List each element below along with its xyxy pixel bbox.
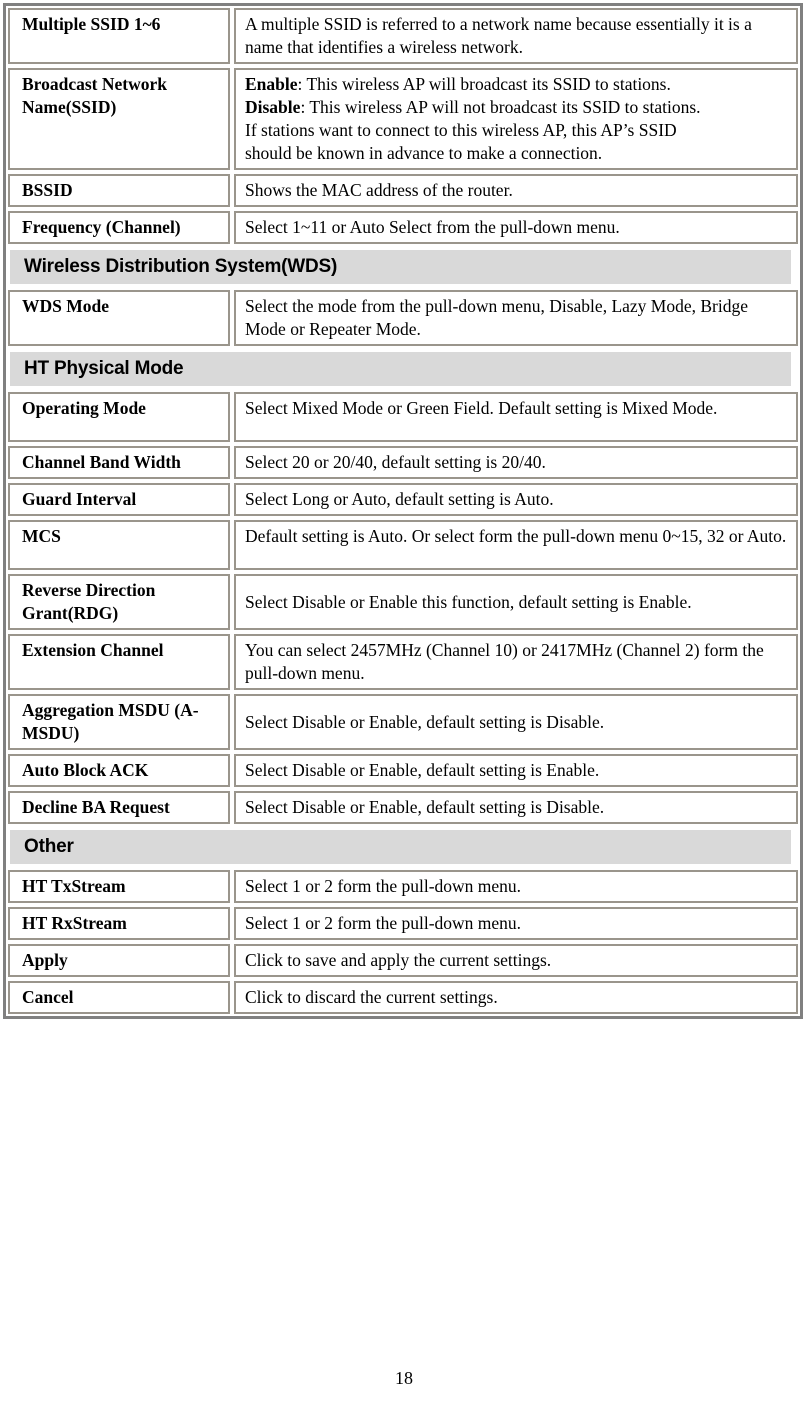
- setting-name-cell: WDS Mode: [8, 290, 230, 346]
- description-keyword: Disable: [245, 97, 301, 117]
- table-row: Extension Channel You can select 2457MHz …: [6, 632, 800, 692]
- setting-name-cell: Frequency (Channel): [8, 211, 230, 244]
- table-row: Apply Click to save and apply the current…: [6, 942, 800, 979]
- table-row: Multiple SSID 1~6 A multiple SSID is refe…: [6, 6, 800, 66]
- setting-name-cell: Apply: [8, 944, 230, 977]
- setting-description-cell: Select Long or Auto, default setting is …: [234, 483, 798, 516]
- section-header-bar: HT Physical Mode: [8, 350, 798, 388]
- setting-description-cell: Select 20 or 20/40, default setting is 2…: [234, 446, 798, 479]
- setting-description-cell: Select Disable or Enable, default settin…: [234, 754, 798, 787]
- setting-name-cell: Aggregation MSDU (A-MSDU): [8, 694, 230, 750]
- setting-name-cell: Channel Band Width: [8, 446, 230, 479]
- page-number: 18: [395, 1368, 413, 1388]
- table-row: Reverse Direction Grant(RDG) Select Disab…: [6, 572, 800, 632]
- description-keyword: Enable: [245, 74, 298, 94]
- table-row: Guard Interval Select Long or Auto, defau…: [6, 481, 800, 518]
- description-rich-text: Enable: This wireless AP will broadcast …: [245, 73, 701, 165]
- description-text: If stations want to connect to this wire…: [245, 120, 677, 140]
- setting-description-cell: Select Disable or Enable this function, …: [234, 574, 798, 630]
- setting-name-cell: Reverse Direction Grant(RDG): [8, 574, 230, 630]
- setting-description-cell: Shows the MAC address of the router.: [234, 174, 798, 207]
- setting-description-cell: Click to save and apply the current sett…: [234, 944, 798, 977]
- setting-description-cell: Click to discard the current settings.: [234, 981, 798, 1014]
- setting-description-cell: Select Mixed Mode or Green Field. Defaul…: [234, 392, 798, 442]
- table-row: Broadcast Network Name(SSID) Enable: This…: [6, 66, 800, 172]
- setting-description-cell: Select 1~11 or Auto Select from the pull…: [234, 211, 798, 244]
- table-row: WDS Mode Select the mode from the pull-do…: [6, 288, 800, 348]
- setting-name-cell: MCS: [8, 520, 230, 570]
- table-row: HT RxStream Select 1 or 2 form the pull-d…: [6, 905, 800, 942]
- table-row: Operating Mode Select Mixed Mode or Green…: [6, 390, 800, 444]
- setting-name-cell: Guard Interval: [8, 483, 230, 516]
- description-text: : This wireless AP will broadcast its SS…: [297, 74, 671, 94]
- table-row: Channel Band Width Select 20 or 20/40, de…: [6, 444, 800, 481]
- setting-name-cell: Operating Mode: [8, 392, 230, 442]
- section-header-row: Wireless Distribution System(WDS): [6, 246, 800, 288]
- description-text: should be known in advance to make a con…: [245, 143, 603, 163]
- setting-description-cell: You can select 2457MHz (Channel 10) or 2…: [234, 634, 798, 690]
- section-header-bar: Wireless Distribution System(WDS): [8, 248, 798, 286]
- setting-description-cell: Select Disable or Enable, default settin…: [234, 791, 798, 824]
- setting-name-cell: Decline BA Request: [8, 791, 230, 824]
- table-row: BSSID Shows the MAC address of the router…: [6, 172, 800, 209]
- table-row: Aggregation MSDU (A-MSDU) Select Disable …: [6, 692, 800, 752]
- section-header-bar: Other: [8, 828, 798, 866]
- table-row: HT TxStream Select 1 or 2 form the pull-d…: [6, 868, 800, 905]
- setting-description-cell: Select the mode from the pull-down menu,…: [234, 290, 798, 346]
- section-header-row: HT Physical Mode: [6, 348, 800, 390]
- setting-name-cell: Extension Channel: [8, 634, 230, 690]
- table-row: Frequency (Channel) Select 1~11 or Auto S…: [6, 209, 800, 246]
- table-row: Cancel Click to discard the current setti…: [6, 979, 800, 1016]
- setting-name-cell: Auto Block ACK: [8, 754, 230, 787]
- section-header-label: Other: [24, 836, 74, 857]
- wireless-settings-description-table: Multiple SSID 1~6 A multiple SSID is refe…: [3, 3, 803, 1019]
- table-row: MCS Default setting is Auto. Or select fo…: [6, 518, 800, 572]
- setting-description-cell: Enable: This wireless AP will broadcast …: [234, 68, 798, 170]
- setting-description-cell: Select 1 or 2 form the pull-down menu.: [234, 870, 798, 903]
- setting-name-cell: Broadcast Network Name(SSID): [8, 68, 230, 170]
- setting-name-cell: Cancel: [8, 981, 230, 1014]
- section-header-label: Wireless Distribution System(WDS): [24, 256, 338, 277]
- setting-description-cell: A multiple SSID is referred to a network…: [234, 8, 798, 64]
- setting-name-cell: HT TxStream: [8, 870, 230, 903]
- description-text: : This wireless AP will not broadcast it…: [300, 97, 701, 117]
- setting-description-cell: Select Disable or Enable, default settin…: [234, 694, 798, 750]
- table-row: Auto Block ACK Select Disable or Enable, …: [6, 752, 800, 789]
- setting-description-cell: Default setting is Auto. Or select form …: [234, 520, 798, 570]
- setting-name-cell: HT RxStream: [8, 907, 230, 940]
- setting-name-cell: Multiple SSID 1~6: [8, 8, 230, 64]
- setting-name-cell: BSSID: [8, 174, 230, 207]
- setting-description-cell: Select 1 or 2 form the pull-down menu.: [234, 907, 798, 940]
- document-page: Multiple SSID 1~6 A multiple SSID is refe…: [0, 0, 808, 1412]
- section-header-row: Other: [6, 826, 800, 868]
- table-row: Decline BA Request Select Disable or Enab…: [6, 789, 800, 826]
- section-header-label: HT Physical Mode: [24, 358, 184, 379]
